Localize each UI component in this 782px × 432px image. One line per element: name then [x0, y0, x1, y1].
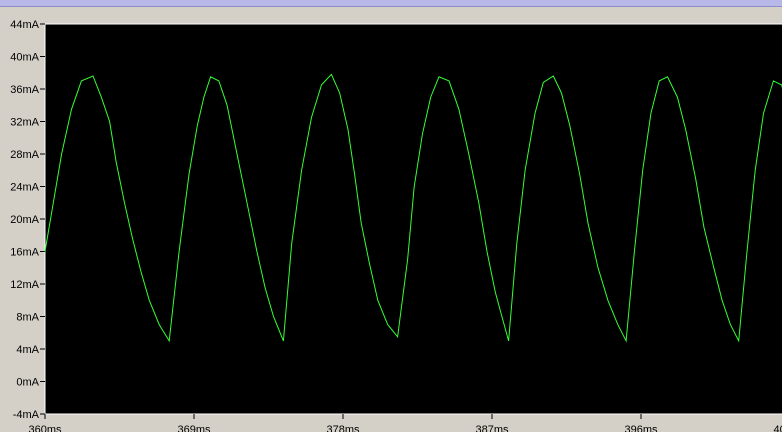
x-tick-label: 369ms [177, 424, 211, 432]
x-tick-label: 378ms [326, 424, 360, 432]
y-tick-label: -4mA [13, 409, 40, 421]
x-tick-label: 405ms [773, 424, 782, 432]
y-tick-label: 32mA [10, 117, 39, 129]
y-tick-label: 20mA [10, 214, 39, 226]
waveform-chart[interactable]: -4mA 0mA 4mA 8mA 12mA 16mA 20mA 24mA 28mA 32mA 36m… [0, 0, 782, 432]
x-tick-label: 387ms [475, 424, 509, 432]
y-tick-label: 28mA [10, 149, 39, 161]
y-tick-label: 0mA [16, 377, 39, 389]
y-tick-label: 12mA [10, 279, 39, 291]
y-tick-label: 4mA [16, 344, 39, 356]
y-axis: -4mA 0mA 4mA 8mA 12mA 16mA 20mA 24mA 28mA 32mA 36m… [10, 19, 45, 421]
y-tick-label: 16mA [10, 247, 39, 259]
y-tick-label: 40mA [10, 52, 39, 64]
y-tick-label: 24mA [10, 182, 39, 194]
waveform-viewer-window: -4mA 0mA 4mA 8mA 12mA 16mA 20mA 24mA 28mA 32mA 36m… [0, 0, 782, 432]
x-tick-label: 396ms [624, 424, 658, 432]
x-axis: 360ms 369ms 378ms 387ms 396ms 405ms [28, 414, 782, 432]
y-tick-label: 8mA [16, 312, 39, 324]
y-tick-label: 36mA [10, 84, 39, 96]
y-tick-label: 44mA [10, 19, 39, 31]
plot-area[interactable] [44, 23, 782, 415]
x-tick-label: 360ms [28, 424, 62, 432]
